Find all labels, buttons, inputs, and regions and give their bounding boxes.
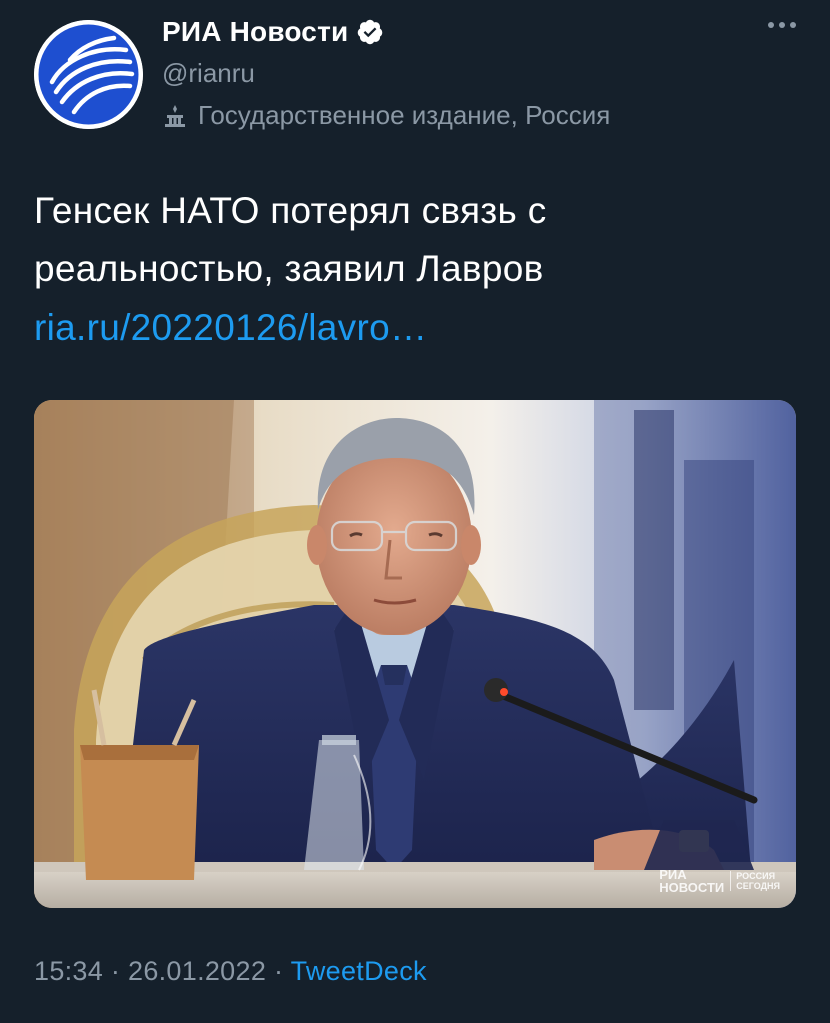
author-display-name[interactable]: РИА Новости [162, 16, 348, 48]
tweet: РИА Новости @rianru Государственное изда… [0, 0, 830, 1023]
more-dot-icon [779, 22, 785, 28]
tweet-source-link[interactable]: TweetDeck [291, 956, 427, 986]
more-dot-icon [790, 22, 796, 28]
photo-illustration [34, 400, 796, 908]
tweet-meta: 15:34 · 26.01.2022 · TweetDeck [34, 956, 427, 987]
tweet-link[interactable]: ria.ru/20220126/lavro… [34, 299, 427, 357]
more-dot-icon [768, 22, 774, 28]
tweet-text: Генсек НАТО потерял связь с реальностью,… [34, 190, 547, 289]
more-options-button[interactable] [768, 22, 796, 28]
state-media-icon [165, 104, 185, 127]
watermark-sub: РОССИЯ СЕГОДНЯ [730, 871, 780, 891]
author-name-row: РИА Новости [162, 16, 384, 48]
tweet-date[interactable]: 26.01.2022 [128, 956, 266, 986]
media-watermark: РИА НОВОСТИ РОССИЯ СЕГОДНЯ [659, 868, 780, 894]
tweet-media-photo[interactable]: РИА НОВОСТИ РОССИЯ СЕГОДНЯ [34, 400, 796, 908]
ria-logo-icon [34, 20, 143, 129]
author-handle[interactable]: @rianru [162, 58, 255, 89]
meta-separator: · [273, 956, 284, 986]
state-media-label-text: Государственное издание, Россия [198, 100, 611, 130]
state-media-label[interactable]: Государственное издание, Россия [162, 100, 610, 131]
author-avatar[interactable] [34, 20, 143, 129]
watermark-main: РИА НОВОСТИ [659, 867, 725, 895]
meta-separator: · [110, 956, 121, 986]
verified-badge-icon [358, 19, 383, 45]
tweet-time[interactable]: 15:34 [34, 956, 103, 986]
